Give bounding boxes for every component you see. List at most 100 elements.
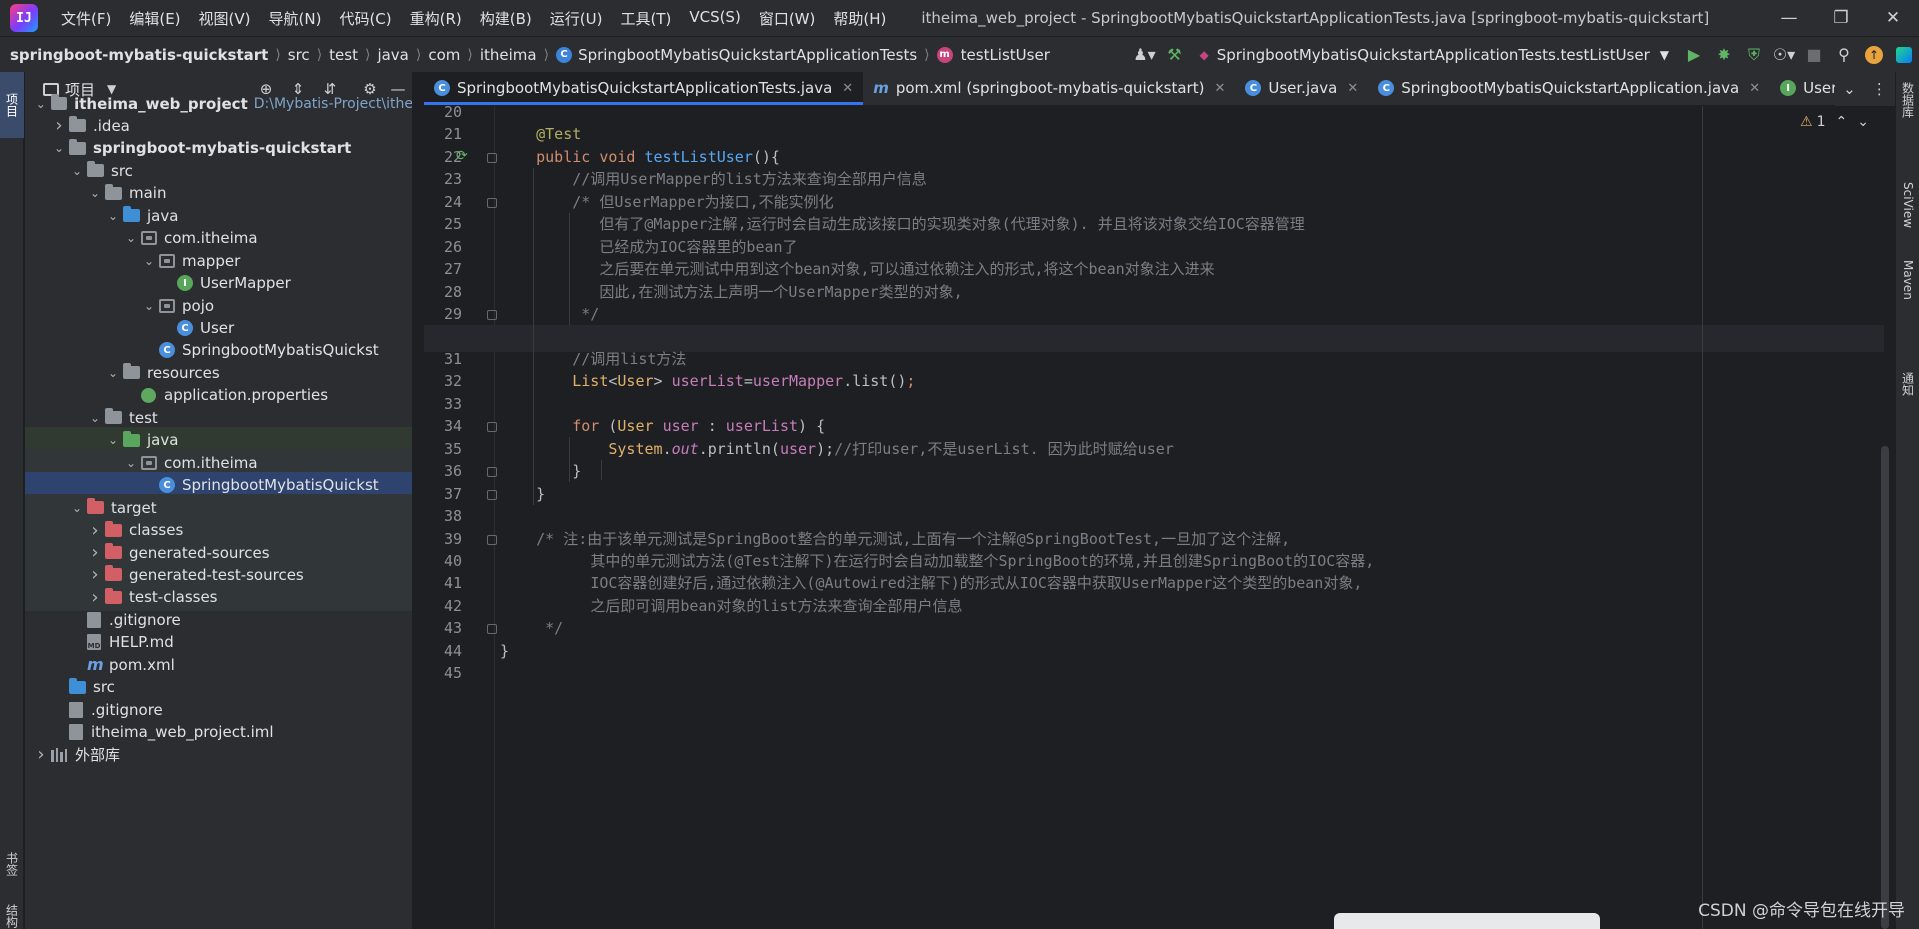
inspection-widget[interactable]: ⚠ 1 ⌃ ⌄ — [1800, 114, 1869, 130]
chevron-down-icon[interactable]: ⌄ — [121, 456, 141, 470]
editor-tab-label: User.java — [1268, 79, 1338, 97]
file-icon — [69, 701, 83, 718]
update-icon[interactable]: ↑ — [1859, 40, 1889, 70]
code-editor[interactable]: 2021222324252627282930313233343536373839… — [424, 106, 1895, 929]
menu-item[interactable]: 视图(V) — [190, 8, 260, 29]
chevron-down-icon[interactable]: ⌄ — [67, 501, 87, 515]
breadcrumb-item[interactable]: testListUser — [961, 46, 1050, 64]
editor-tab[interactable]: m pom.xml (springboot-mybatis-quickstart)… — [863, 72, 1235, 105]
chevron-down-icon[interactable]: ⌄ — [103, 433, 123, 447]
tabs-dropdown-icon[interactable]: ⌄ — [1843, 80, 1856, 98]
breadcrumb-item[interactable]: SpringbootMybatisQuickstartApplicationTe… — [578, 46, 917, 64]
menu-item[interactable]: 运行(U) — [541, 8, 612, 29]
chevron-right-icon[interactable]: › — [85, 564, 105, 585]
restore-icon[interactable]: ❐ — [1815, 0, 1867, 36]
project-tool-tab[interactable]: 项目 — [0, 72, 24, 138]
build-hammer-icon[interactable]: ⚒ — [1159, 40, 1189, 70]
run-test-gutter-icon[interactable]: ⟳ — [456, 148, 474, 166]
menu-item[interactable]: VCS(S) — [680, 8, 749, 29]
run-configuration-selector[interactable]: ◆ SpringbootMybatisQuickstartApplication… — [1189, 40, 1679, 70]
chevron-down-icon[interactable]: ⌄ — [85, 411, 105, 425]
line-number: 23 — [443, 170, 462, 189]
search-icon[interactable]: ⚲ — [1829, 40, 1859, 70]
chevron-right-icon[interactable]: › — [85, 520, 105, 541]
libraries-icon — [51, 747, 67, 762]
maven-icon: m — [873, 79, 889, 97]
breadcrumb-item[interactable]: src — [288, 46, 310, 64]
sciview-tool-tab[interactable]: SciView — [1896, 182, 1919, 262]
stop-icon[interactable]: ■ — [1799, 40, 1829, 70]
tab-close-icon[interactable]: ✕ — [1214, 81, 1225, 96]
code-token: /* 但UserMapper为接口,不能实例化 — [572, 192, 834, 211]
chevron-down-icon[interactable]: ⌄ — [31, 97, 51, 111]
structure-tool-tab[interactable]: 结构 — [0, 902, 24, 929]
breadcrumb-item[interactable]: java — [377, 46, 408, 64]
chevron-down-icon[interactable]: ⌄ — [49, 141, 69, 155]
project-tool-label: 项目 — [4, 93, 19, 117]
tree-item-label: main — [129, 184, 167, 203]
more-options-icon[interactable]: ⋮ — [1872, 80, 1887, 98]
database-tool-tab[interactable]: 数据库 — [1896, 82, 1919, 142]
profile-icon[interactable]: ☉▾ — [1769, 40, 1799, 70]
floating-toolbar[interactable] — [1334, 913, 1600, 929]
menu-item[interactable]: 重构(R) — [401, 8, 471, 29]
coverage-icon[interactable]: ⛨ — [1739, 40, 1769, 70]
menu-item[interactable]: 工具(T) — [611, 8, 680, 29]
breadcrumb-item[interactable]: itheima — [480, 46, 537, 64]
chevron-down-icon[interactable]: ⌄ — [1857, 114, 1869, 130]
class-icon: C — [1245, 80, 1262, 96]
chevron-right-icon[interactable]: › — [85, 542, 105, 563]
breadcrumb-separator: ⟩ — [275, 46, 281, 63]
chevron-down-icon[interactable]: ⌄ — [121, 231, 141, 245]
chevron-right-icon[interactable]: › — [85, 587, 105, 608]
minimize-icon[interactable]: — — [1763, 0, 1815, 36]
chevron-right-icon[interactable]: › — [31, 744, 51, 765]
breadcrumb-item[interactable]: test — [329, 46, 358, 64]
excluded-folder-icon — [105, 520, 122, 537]
menu-item[interactable]: 文件(F) — [52, 8, 120, 29]
menu-item[interactable]: 导航(N) — [260, 8, 331, 29]
spring-class-icon: C — [1378, 80, 1395, 96]
chevron-down-icon[interactable]: ⌄ — [139, 299, 159, 313]
close-icon[interactable]: ✕ — [1867, 0, 1919, 36]
user-icon[interactable]: ♟▾ — [1129, 40, 1159, 70]
menu-item[interactable]: 编辑(E) — [120, 8, 189, 29]
notifications-tool-tab[interactable]: 通知 — [1896, 372, 1919, 422]
editor-tab[interactable]: C User.java ✕ — [1235, 72, 1368, 105]
code-token: testListUser — [644, 147, 753, 166]
run-icon[interactable]: ▶ — [1679, 40, 1709, 70]
notifications-tool-label: 通知 — [1900, 372, 1915, 396]
tree-item[interactable]: › 外部库 — [25, 741, 412, 768]
chevron-down-icon[interactable]: ⌄ — [85, 186, 105, 200]
menu-item[interactable]: 代码(C) — [330, 8, 400, 29]
chevron-down-icon[interactable]: ⌄ — [103, 209, 123, 223]
tree-item-label: java — [147, 431, 179, 450]
tab-close-icon[interactable]: ✕ — [1749, 81, 1760, 96]
chevron-down-icon[interactable]: ⌄ — [67, 164, 87, 178]
tab-close-icon[interactable]: ✕ — [842, 81, 853, 96]
menu-item[interactable]: 构建(B) — [471, 8, 541, 29]
menu-item[interactable]: 帮助(H) — [824, 8, 895, 29]
breadcrumb-item[interactable]: springboot-mybatis-quickstart — [10, 46, 268, 64]
debug-icon[interactable]: ✸ — [1709, 40, 1739, 70]
breadcrumb-separator: ⟩ — [467, 46, 473, 63]
line-number: 35 — [443, 439, 462, 458]
bookmarks-tool-tab[interactable]: 书签 — [0, 834, 24, 894]
spring-class-icon: C — [159, 342, 175, 359]
ai-assistant-icon[interactable] — [1889, 40, 1919, 70]
chevron-down-icon[interactable]: ⌄ — [139, 254, 159, 268]
chevron-up-icon[interactable]: ⌃ — [1836, 114, 1848, 130]
code-token: /* 注:由于该单元测试是SpringBoot整合的单元测试,上面有一个注解@S… — [536, 529, 1291, 548]
editor-scrollbar[interactable] — [1881, 446, 1889, 929]
breadcrumb-item[interactable]: com — [428, 46, 460, 64]
menu-item[interactable]: 窗口(W) — [750, 8, 825, 29]
chevron-down-icon[interactable]: ⌄ — [103, 366, 123, 380]
tab-close-icon[interactable]: ✕ — [1347, 81, 1358, 96]
editor-tab[interactable]: C SpringbootMybatisQuickstartApplication.… — [1368, 72, 1770, 105]
editor-tab[interactable]: C SpringbootMybatisQuickstartApplicationT… — [424, 72, 864, 105]
maven-tool-tab[interactable]: Maven — [1896, 260, 1919, 340]
code-area[interactable]: @Test public void testListUser(){ //调用Us… — [424, 106, 1884, 929]
line-number: 40 — [443, 552, 462, 570]
chevron-right-icon[interactable]: › — [49, 115, 69, 136]
